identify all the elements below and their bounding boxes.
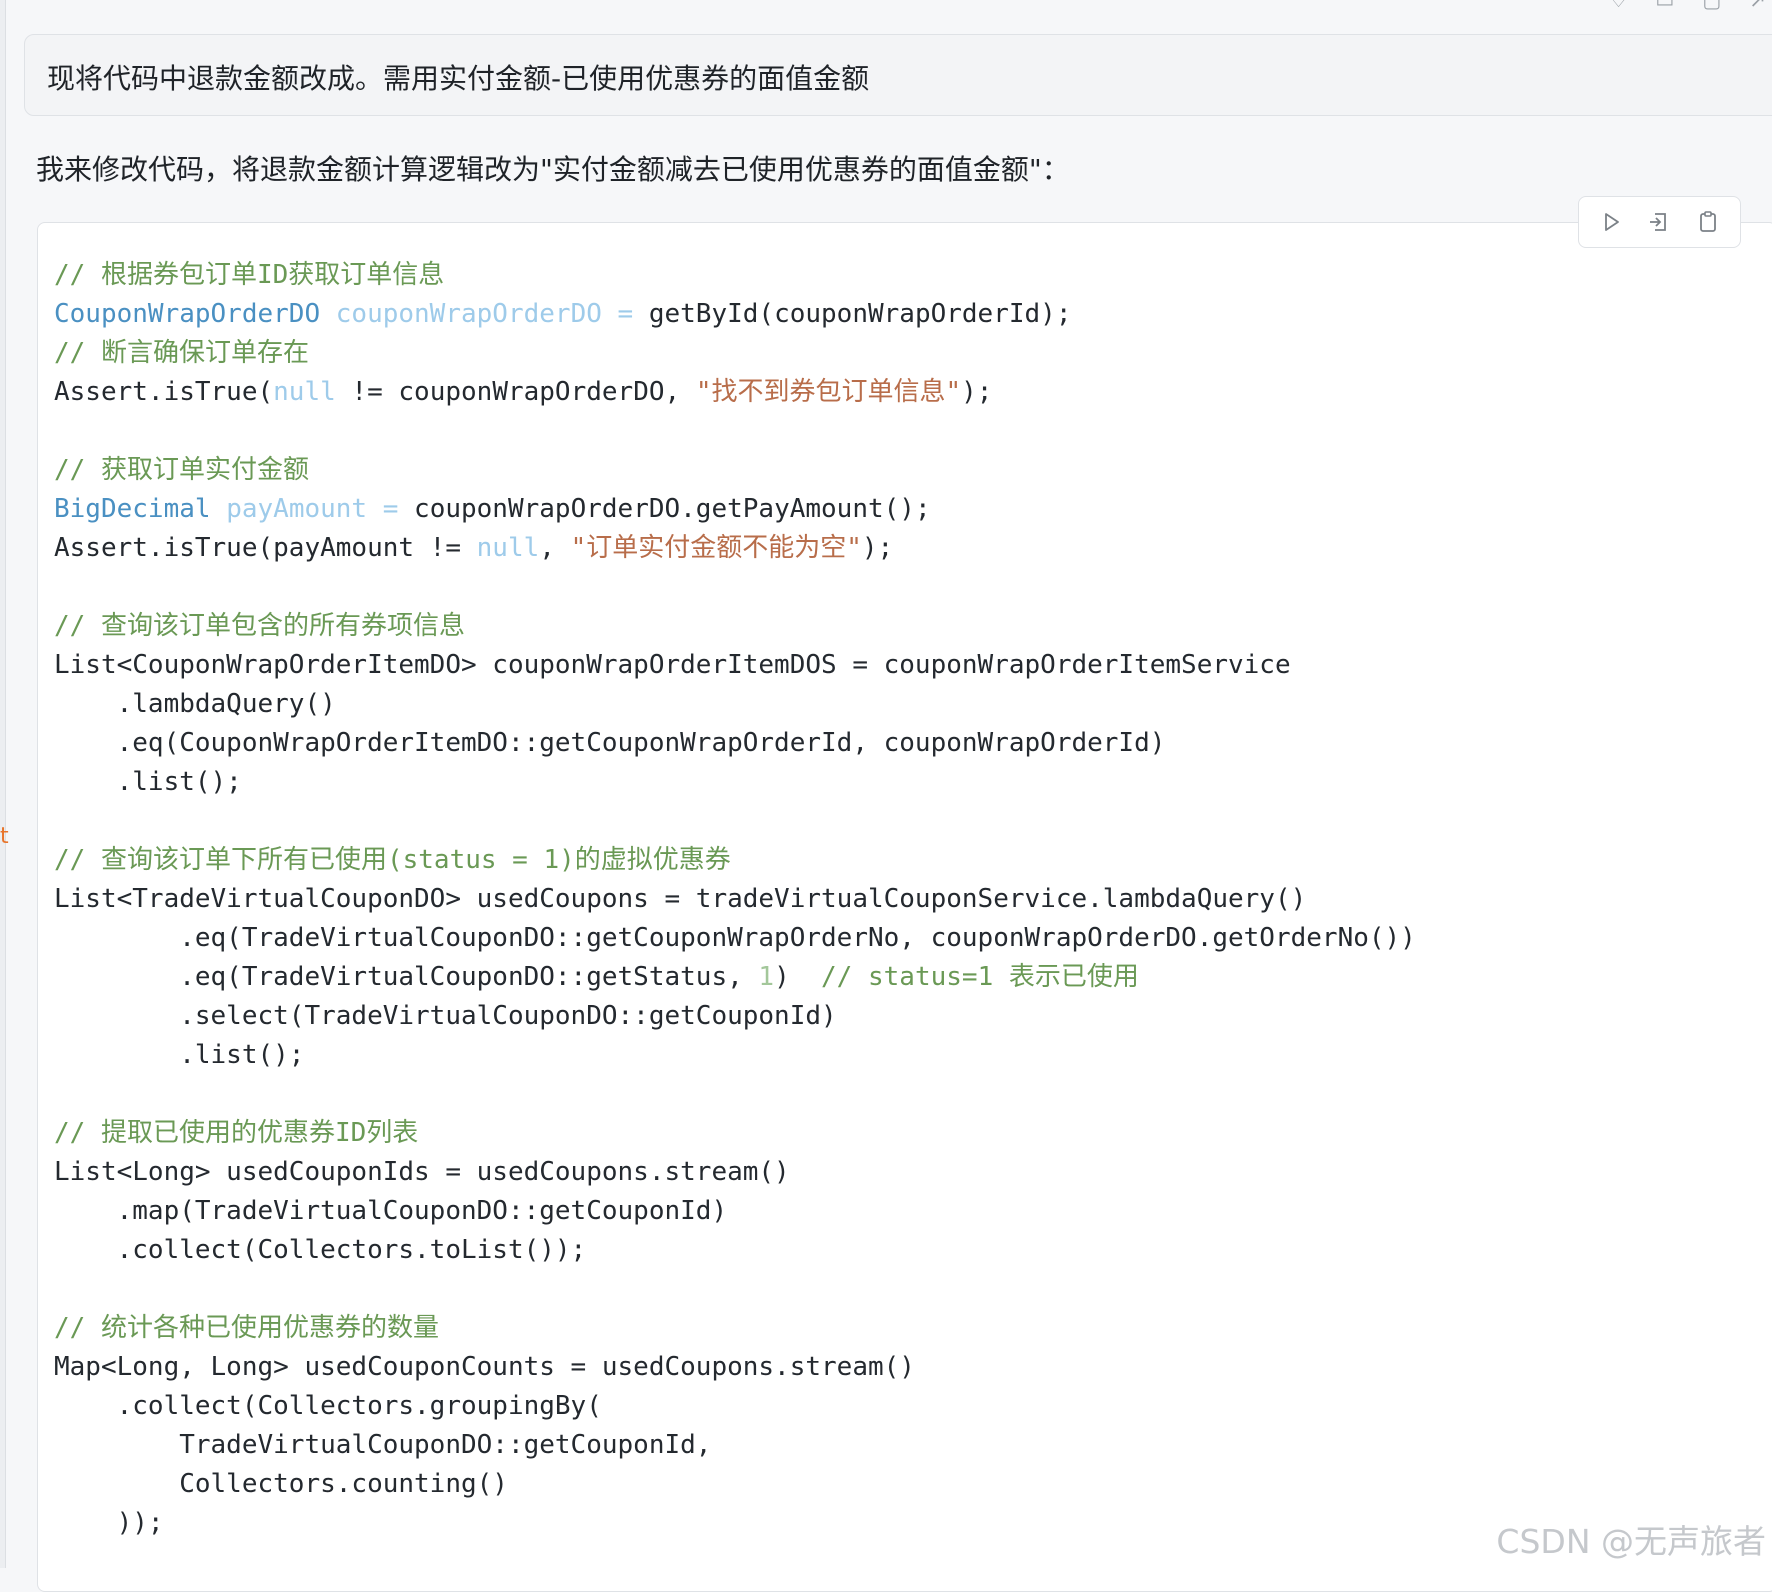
code-token: != couponWrapOrderDO, xyxy=(335,377,696,407)
code-line: Assert.isTrue(payAmount != null, "订单实付金额… xyxy=(54,529,1416,568)
code-line: Collectors.counting() xyxy=(54,1465,1416,1504)
code-line: .collect(Collectors.groupingBy( xyxy=(54,1387,1416,1426)
code-token: null xyxy=(476,533,540,563)
code-token: .list(); xyxy=(54,1040,305,1070)
code-token: // 查询该订单下所有已使用(status = 1)的虚拟优惠券 xyxy=(54,845,731,875)
top-message-actions: ♡ ▭ ▢ ↗ xyxy=(1609,0,1766,12)
code-token: List<CouponWrapOrderItemDO> couponWrapOr… xyxy=(54,650,1291,680)
code-token: couponWrapOrderDO = xyxy=(335,299,634,329)
code-token: couponWrapOrderDO.getPayAmount(); xyxy=(398,494,931,524)
code-token: 1 xyxy=(758,962,775,992)
code-token: .collect(Collectors.toList()); xyxy=(54,1235,587,1265)
code-token: .list(); xyxy=(54,767,242,797)
code-token: ); xyxy=(961,377,993,407)
copy-icon[interactable]: ▢ xyxy=(1702,0,1721,12)
code-line: CouponWrapOrderDO couponWrapOrderDO = ge… xyxy=(54,295,1416,334)
watermark: CSDN @无声旅者 xyxy=(1496,1522,1766,1561)
left-sidebar-strip xyxy=(0,0,6,1568)
code-line: .collect(Collectors.toList()); xyxy=(54,1231,1416,1270)
code-token: ) xyxy=(774,962,822,992)
code-line: )); xyxy=(54,1504,1416,1543)
code-token: Assert.isTrue(payAmount != xyxy=(54,533,477,563)
code-token: .eq(CouponWrapOrderItemDO::getCouponWrap… xyxy=(54,728,1166,758)
code-line: Map<Long, Long> usedCouponCounts = usedC… xyxy=(54,1348,1416,1387)
code-token: // status=1 表示已使用 xyxy=(821,962,1139,992)
code-line: Assert.isTrue(null != couponWrapOrderDO,… xyxy=(54,373,1416,412)
user-message-text: 现将代码中退款金额改成。需用实付金额-已使用优惠券的面值金额 xyxy=(47,62,870,95)
code-token: .select(TradeVirtualCouponDO::getCouponI… xyxy=(54,1001,837,1031)
code-line: .list(); xyxy=(54,1036,1416,1075)
code-line: // 获取订单实付金额 xyxy=(54,451,1416,490)
code-line: .map(TradeVirtualCouponDO::getCouponId) xyxy=(54,1192,1416,1231)
code-line: // 统计各种已使用优惠券的数量 xyxy=(54,1309,1416,1348)
code-token: Collectors.counting() xyxy=(54,1469,508,1499)
code-token: .collect(Collectors.groupingBy( xyxy=(54,1391,602,1421)
code-line: .eq(CouponWrapOrderItemDO::getCouponWrap… xyxy=(54,724,1416,763)
code-token: .eq(TradeVirtualCouponDO::getCouponWrapO… xyxy=(54,923,1416,953)
code-token: payAmount = xyxy=(226,494,399,524)
code-token: CouponWrapOrderDO xyxy=(54,299,321,329)
code-line: .list(); xyxy=(54,763,1416,802)
code-token: "订单实付金额不能为空" xyxy=(570,533,862,563)
delete-icon[interactable]: ▭ xyxy=(1655,0,1674,12)
share-icon[interactable]: ↗ xyxy=(1749,0,1766,12)
code-line: TradeVirtualCouponDO::getCouponId, xyxy=(54,1426,1416,1465)
code-token: getById(couponWrapOrderId); xyxy=(633,299,1072,329)
code-token: TradeVirtualCouponDO::getCouponId, xyxy=(54,1430,712,1460)
insert-button[interactable] xyxy=(1642,205,1676,239)
code-token: .map(TradeVirtualCouponDO::getCouponId) xyxy=(54,1196,728,1226)
code-token: // 断言确保订单存在 xyxy=(54,338,309,368)
code-line: // 提取已使用的优惠券ID列表 xyxy=(54,1114,1416,1153)
code-token: // 根据券包订单ID获取订单信息 xyxy=(54,260,445,290)
code-token: null xyxy=(273,377,336,407)
code-token: .lambdaQuery() xyxy=(54,689,336,719)
code-line: List<CouponWrapOrderItemDO> couponWrapOr… xyxy=(54,646,1416,685)
insert-icon xyxy=(1650,213,1667,231)
assistant-intro-text: 我来修改代码，将退款金额计算逻辑改为"实付金额减去已使用优惠券的面值金额"： xyxy=(36,153,1070,186)
code-token: BigDecimal xyxy=(54,494,211,524)
code-line: .lambdaQuery() xyxy=(54,685,1416,724)
left-marker-text: t xyxy=(0,824,9,849)
code-token: .eq(TradeVirtualCouponDO::getStatus, xyxy=(54,962,759,992)
code-token: )); xyxy=(54,1508,164,1538)
code-token: , xyxy=(539,533,571,563)
code-content: // 根据券包订单ID获取订单信息 CouponWrapOrderDO coupo… xyxy=(54,256,1416,1543)
run-icon xyxy=(1605,213,1620,231)
code-token: // 提取已使用的优惠券ID列表 xyxy=(54,1118,419,1148)
code-token: Map<Long, Long> usedCouponCounts = usedC… xyxy=(54,1352,915,1382)
code-line: List<Long> usedCouponIds = usedCoupons.s… xyxy=(54,1153,1416,1192)
code-line: // 根据券包订单ID获取订单信息 xyxy=(54,256,1416,295)
code-token: Assert.isTrue( xyxy=(54,377,274,407)
code-line: // 查询该订单下所有已使用(status = 1)的虚拟优惠券 xyxy=(54,841,1416,880)
copy-icon xyxy=(1699,211,1716,232)
code-line: // 断言确保订单存在 xyxy=(54,334,1416,373)
code-line: .eq(TradeVirtualCouponDO::getCouponWrapO… xyxy=(54,919,1416,958)
code-line: .eq(TradeVirtualCouponDO::getStatus, 1) … xyxy=(54,958,1416,997)
code-toolbar xyxy=(1578,196,1741,248)
code-line: // 查询该订单包含的所有券项信息 xyxy=(54,607,1416,646)
code-token: ); xyxy=(861,533,894,563)
code-line: List<TradeVirtualCouponDO> usedCoupons =… xyxy=(54,880,1416,919)
user-message-bubble: 现将代码中退款金额改成。需用实付金额-已使用优惠券的面值金额 xyxy=(24,34,1772,116)
code-token: // 获取订单实付金额 xyxy=(54,455,309,485)
copy-code-button[interactable] xyxy=(1691,205,1725,239)
code-token: // 统计各种已使用优惠券的数量 xyxy=(54,1313,439,1343)
code-line: .select(TradeVirtualCouponDO::getCouponI… xyxy=(54,997,1416,1036)
code-line: BigDecimal payAmount = couponWrapOrderDO… xyxy=(54,490,1416,529)
code-token: List<TradeVirtualCouponDO> usedCoupons =… xyxy=(54,884,1307,914)
code-token: "找不到券包订单信息" xyxy=(695,377,962,407)
run-button[interactable] xyxy=(1594,205,1628,239)
like-icon[interactable]: ♡ xyxy=(1609,0,1627,12)
code-token: List<Long> usedCouponIds = usedCoupons.s… xyxy=(54,1157,790,1187)
code-token: // 查询该订单包含的所有券项信息 xyxy=(54,611,465,641)
